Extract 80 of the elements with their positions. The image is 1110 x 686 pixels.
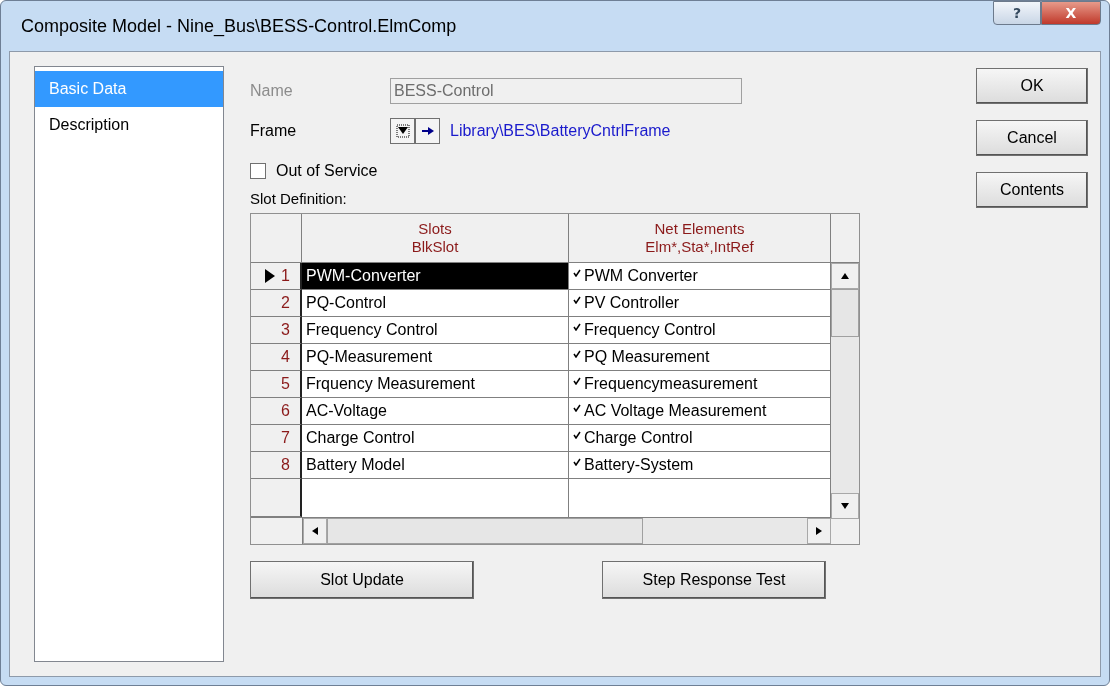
table-cell[interactable] [302, 479, 569, 517]
column-title: Slots [418, 220, 452, 238]
row-header[interactable]: 3 [251, 317, 302, 344]
table-cell[interactable]: AC Voltage Measurement [569, 398, 831, 425]
checkbox[interactable] [250, 163, 266, 179]
table-cell[interactable]: PWM-Converter [302, 263, 569, 290]
row-number: 2 [281, 294, 290, 312]
scroll-left-button[interactable] [302, 518, 327, 544]
cell-text: PQ Measurement [584, 348, 710, 366]
row-header[interactable]: 6 [251, 398, 302, 425]
row-header[interactable]: 7 [251, 425, 302, 452]
table-cell[interactable]: Frequencymeasurement [569, 371, 831, 398]
row-header[interactable]: 5 [251, 371, 302, 398]
cell-text: Frequencymeasurement [584, 375, 758, 393]
scroll-down-button[interactable] [831, 493, 859, 519]
vertical-scrollbar[interactable] [831, 263, 859, 519]
arrow-icon [421, 126, 434, 136]
cell-text: PV Controller [584, 294, 680, 312]
row-number: 1 [281, 267, 290, 285]
table-cell[interactable]: PQ-Measurement [302, 344, 569, 371]
dialog-button[interactable]: OK [976, 68, 1088, 104]
row-number: 5 [281, 375, 290, 393]
table-cell[interactable]: PQ-Control [302, 290, 569, 317]
action-button[interactable]: Slot Update [250, 561, 474, 599]
dialog-button[interactable]: Contents [976, 172, 1088, 208]
frame-link[interactable]: Library\BES\BatteryCntrlFrame [450, 122, 671, 140]
checkbox-label: Out of Service [276, 162, 378, 180]
section-label: Slot Definition: [250, 190, 347, 207]
dropdown-icon [395, 124, 410, 138]
row-number: 3 [281, 321, 290, 339]
column-header[interactable]: Slots BlkSlot [302, 214, 569, 262]
scrollbar-thumb[interactable] [326, 518, 643, 544]
right-triangle-icon [816, 527, 822, 535]
table-cell[interactable]: Frequency Control [569, 317, 831, 344]
table-cell[interactable]: Charge Control [302, 425, 569, 452]
down-triangle-icon [841, 503, 849, 509]
row-header[interactable]: 4 [251, 344, 302, 371]
column-header[interactable]: Net Elements Elm*,Sta*,IntRef [569, 214, 831, 262]
column-subtitle: BlkSlot [411, 238, 459, 256]
row-number: 8 [281, 456, 290, 474]
window-title: Composite Model - Nine_Bus\BESS-Control.ElmComp [20, 15, 457, 37]
jump-button[interactable] [415, 118, 440, 144]
row-header[interactable]: 2 [251, 290, 302, 317]
table-cell[interactable]: PWM Converter [569, 263, 831, 290]
table-cell[interactable]: Frquency Measurement [302, 371, 569, 398]
scroll-right-button[interactable] [807, 518, 831, 544]
frame-label: Frame [250, 122, 298, 140]
cell-text: AC Voltage Measurement [584, 402, 767, 420]
row-pointer-icon [265, 269, 276, 283]
row-number: 7 [281, 429, 290, 447]
up-triangle-icon [841, 273, 849, 279]
table-cell[interactable]: PQ Measurement [569, 344, 831, 371]
sidebar-item[interactable]: Description [35, 107, 223, 143]
row-header[interactable]: 1 [251, 263, 302, 290]
row-number: 4 [281, 348, 290, 366]
name-label: Name [250, 82, 294, 100]
horizontal-scrollbar[interactable] [302, 518, 831, 544]
scroll-up-button[interactable] [831, 263, 859, 289]
table-cell[interactable]: Battery-System [569, 452, 831, 479]
scrollbar-thumb[interactable] [831, 289, 859, 337]
close-button[interactable]: X [1041, 1, 1101, 25]
table-cell[interactable]: AC-Voltage [302, 398, 569, 425]
dialog-button[interactable]: Cancel [976, 120, 1088, 156]
cell-text: Frequency Control [584, 321, 716, 339]
table-cell[interactable]: Battery Model [302, 452, 569, 479]
table-cell[interactable]: Frequency Control [302, 317, 569, 344]
left-triangle-icon [311, 527, 318, 535]
table-cell[interactable]: Charge Control [569, 425, 831, 452]
table-cell[interactable] [569, 479, 831, 517]
cell-text: Charge Control [584, 429, 693, 447]
action-button[interactable]: Step Response Test [602, 561, 826, 599]
table-cell[interactable]: PV Controller [569, 290, 831, 317]
row-number: 6 [281, 402, 290, 420]
row-header[interactable]: 8 [251, 452, 302, 479]
column-subtitle: Elm*,Sta*,IntRef [645, 238, 754, 256]
cell-text: Battery-System [584, 456, 694, 474]
column-title: Net Elements [654, 220, 745, 238]
help-button[interactable]: ? [993, 1, 1041, 25]
cell-text: PWM Converter [584, 267, 698, 285]
select-button[interactable] [390, 118, 415, 144]
